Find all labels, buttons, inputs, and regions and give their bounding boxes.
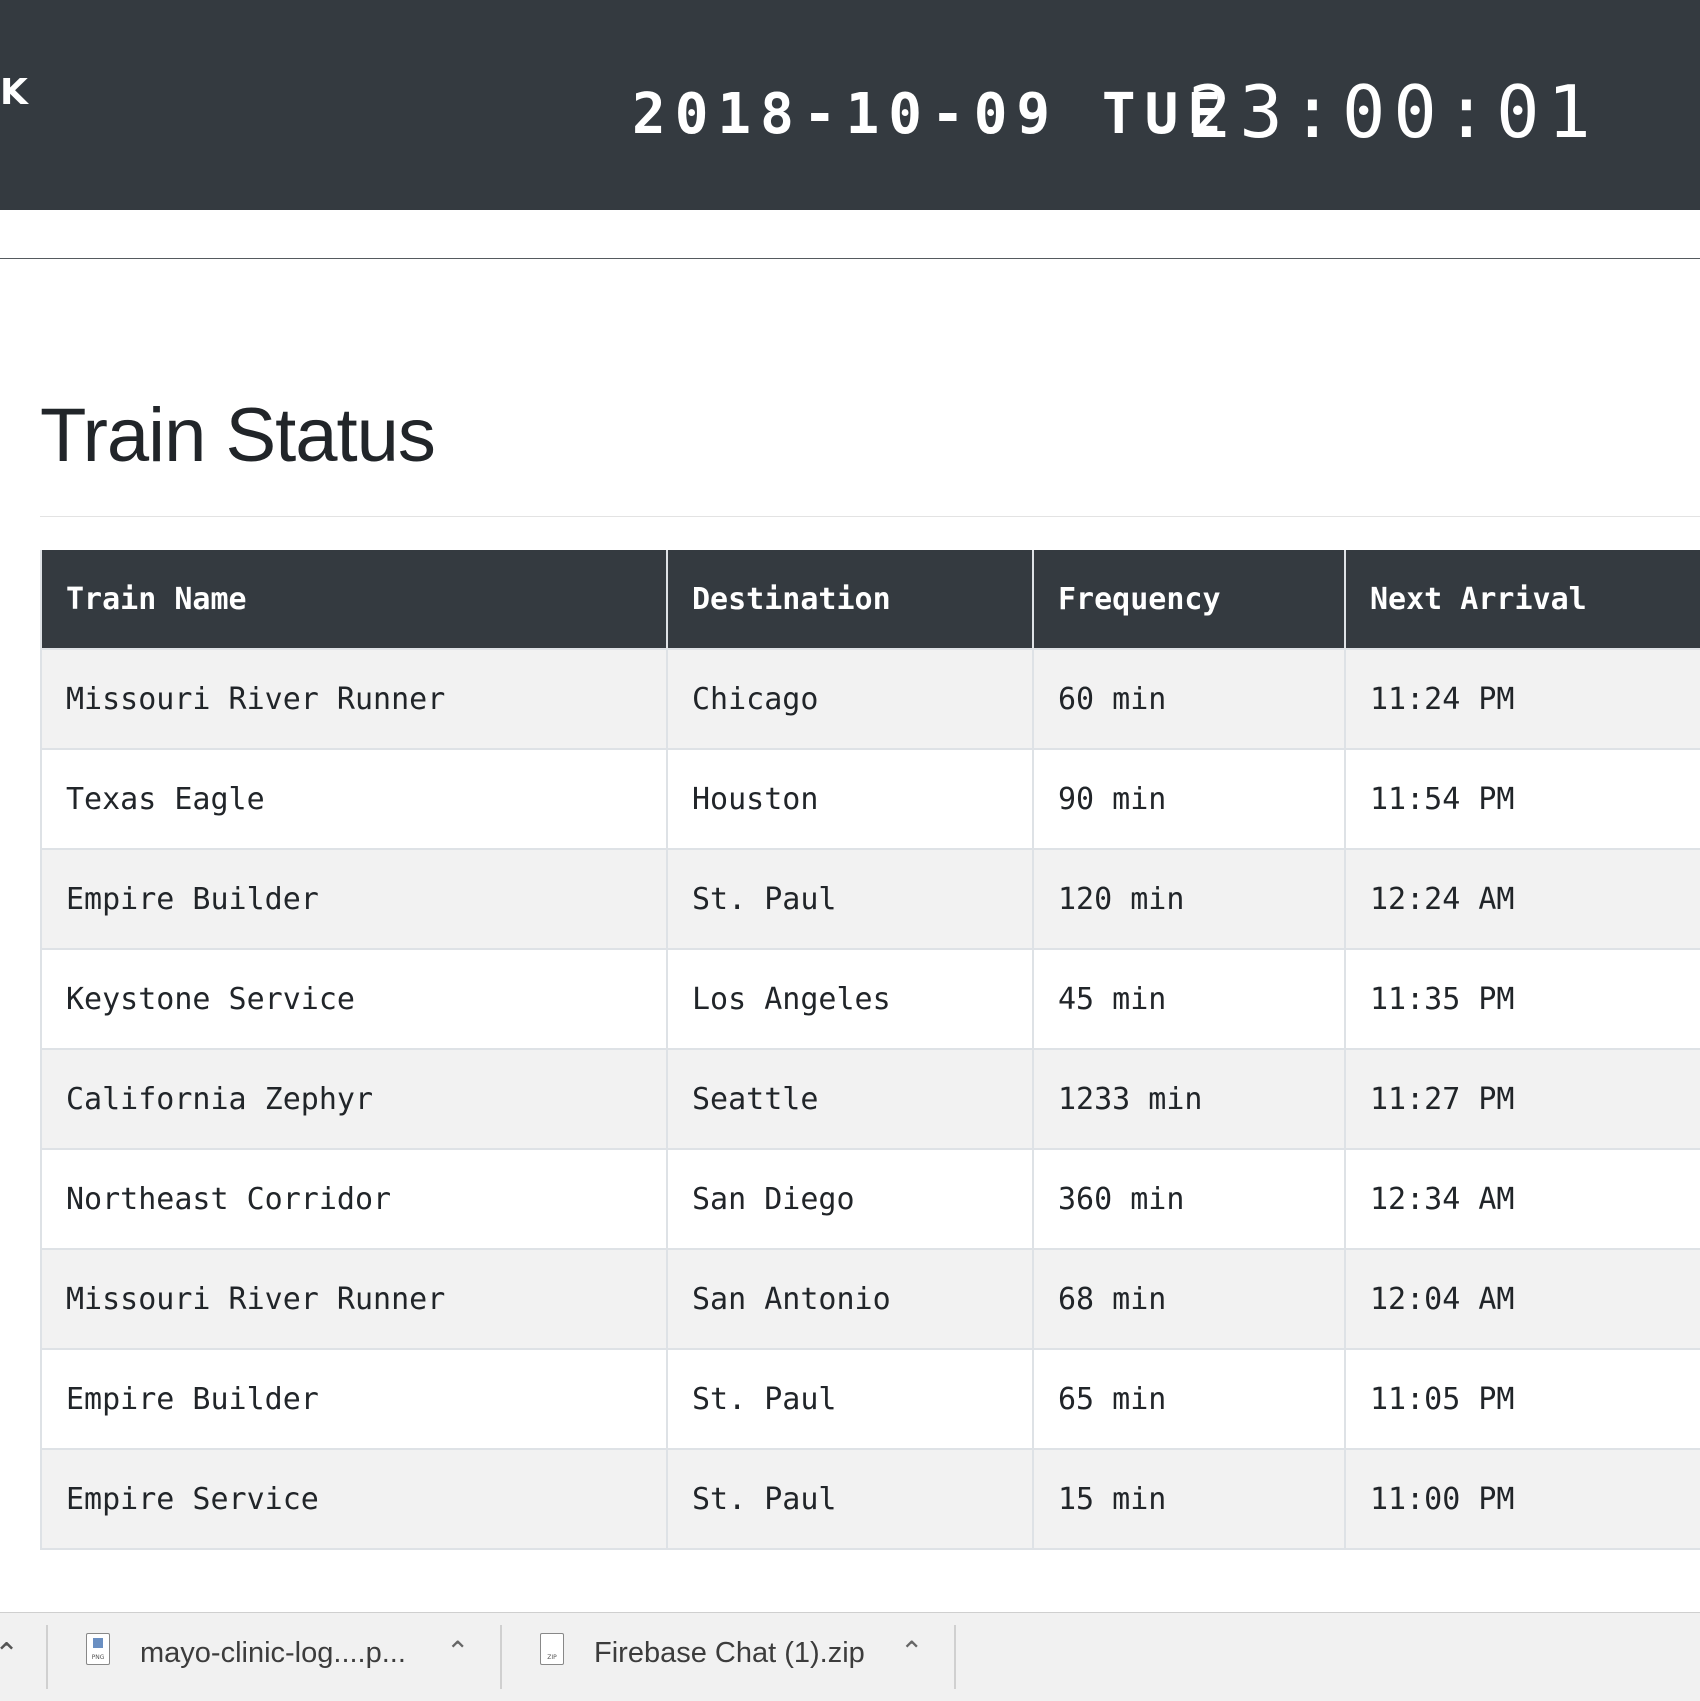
- cell-train-name: Keystone Service: [40, 948, 668, 1050]
- cell-train-name: Empire Builder: [40, 848, 668, 950]
- cell-destination: Houston: [666, 748, 1034, 850]
- cell-train-name: Texas Eagle: [40, 748, 668, 850]
- cell-destination: St. Paul: [666, 848, 1034, 950]
- cell-next-arrival: 12:34 AM: [1344, 1148, 1700, 1250]
- cell-destination: St. Paul: [666, 1448, 1034, 1550]
- app-header: K 2018-10-09 TUE 23:00:01: [0, 0, 1700, 210]
- column-header-next-arrival: Next Arrival: [1344, 550, 1700, 650]
- cell-next-arrival: 11:24 PM: [1344, 648, 1700, 750]
- brand-logo[interactable]: K: [0, 72, 28, 113]
- cell-destination: Chicago: [666, 648, 1034, 750]
- column-header-destination: Destination: [666, 550, 1034, 650]
- table-row: Empire Service St. Paul 15 min 11:00 PM: [40, 1448, 1700, 1550]
- cell-destination: San Diego: [666, 1148, 1034, 1250]
- download-filename: Firebase Chat (1).zip: [594, 1637, 865, 1669]
- cell-destination: Los Angeles: [666, 948, 1034, 1050]
- cell-train-name: Missouri River Runner: [40, 1248, 668, 1350]
- cell-destination: Seattle: [666, 1048, 1034, 1150]
- table-row: Northeast Corridor San Diego 360 min 12:…: [40, 1148, 1700, 1250]
- table-row: Missouri River Runner San Antonio 68 min…: [40, 1248, 1700, 1350]
- cell-frequency: 60 min: [1032, 648, 1346, 750]
- cell-destination: San Antonio: [666, 1248, 1034, 1350]
- cell-next-arrival: 11:00 PM: [1344, 1448, 1700, 1550]
- table-header-row: Train Name Destination Frequency Next Ar…: [40, 550, 1700, 650]
- table-row: Empire Builder St. Paul 120 min 12:24 AM: [40, 848, 1700, 950]
- cell-next-arrival: 11:35 PM: [1344, 948, 1700, 1050]
- cell-destination: St. Paul: [666, 1348, 1034, 1450]
- cell-train-name: Northeast Corridor: [40, 1148, 668, 1250]
- column-header-frequency: Frequency: [1032, 550, 1346, 650]
- train-status-table: Train Name Destination Frequency Next Ar…: [40, 550, 1700, 1550]
- clock-date: 2018-10-09 TUE: [632, 82, 1231, 147]
- chevron-up-icon[interactable]: ⌃: [900, 1635, 923, 1668]
- clock-time: 23:00:01: [1188, 70, 1599, 154]
- download-bar: ⌃ PNG mayo-clinic-log....p... ⌃ ZIP Fire…: [0, 1612, 1700, 1701]
- download-item[interactable]: PNG mayo-clinic-log....p... ⌃: [48, 1613, 500, 1701]
- download-item[interactable]: ZIP Firebase Chat (1).zip ⌃: [502, 1613, 954, 1701]
- cell-next-arrival: 12:04 AM: [1344, 1248, 1700, 1350]
- cell-next-arrival: 11:05 PM: [1344, 1348, 1700, 1450]
- cell-train-name: California Zephyr: [40, 1048, 668, 1150]
- file-thumbnail-mark: [93, 1638, 103, 1648]
- file-type-label: ZIP: [547, 1654, 557, 1661]
- table-row: Texas Eagle Houston 90 min 11:54 PM: [40, 748, 1700, 850]
- download-filename: mayo-clinic-log....p...: [140, 1637, 406, 1669]
- cell-frequency: 15 min: [1032, 1448, 1346, 1550]
- cell-frequency: 65 min: [1032, 1348, 1346, 1450]
- cell-train-name: Empire Service: [40, 1448, 668, 1550]
- column-header-train-name: Train Name: [40, 550, 668, 650]
- title-divider: [40, 516, 1700, 517]
- png-file-icon: PNG: [86, 1633, 110, 1665]
- table-row: California Zephyr Seattle 1233 min 11:27…: [40, 1048, 1700, 1150]
- table-row: Missouri River Runner Chicago 60 min 11:…: [40, 648, 1700, 750]
- chevron-up-icon[interactable]: ⌃: [446, 1635, 469, 1668]
- cell-train-name: Missouri River Runner: [40, 648, 668, 750]
- cell-next-arrival: 12:24 AM: [1344, 848, 1700, 950]
- cell-next-arrival: 11:54 PM: [1344, 748, 1700, 850]
- cell-frequency: 360 min: [1032, 1148, 1346, 1250]
- cell-next-arrival: 11:27 PM: [1344, 1048, 1700, 1150]
- chevron-up-icon[interactable]: ⌃: [0, 1637, 19, 1672]
- page-title: Train Status: [40, 393, 436, 478]
- cell-frequency: 120 min: [1032, 848, 1346, 950]
- cell-train-name: Empire Builder: [40, 1348, 668, 1450]
- table-row: Empire Builder St. Paul 65 min 11:05 PM: [40, 1348, 1700, 1450]
- cell-frequency: 90 min: [1032, 748, 1346, 850]
- file-type-label: PNG: [91, 1654, 105, 1661]
- cell-frequency: 68 min: [1032, 1248, 1346, 1350]
- header-divider: [0, 258, 1700, 259]
- download-separator: [954, 1625, 956, 1689]
- cell-frequency: 1233 min: [1032, 1048, 1346, 1150]
- zip-file-icon: ZIP: [540, 1633, 564, 1665]
- cell-frequency: 45 min: [1032, 948, 1346, 1050]
- table-row: Keystone Service Los Angeles 45 min 11:3…: [40, 948, 1700, 1050]
